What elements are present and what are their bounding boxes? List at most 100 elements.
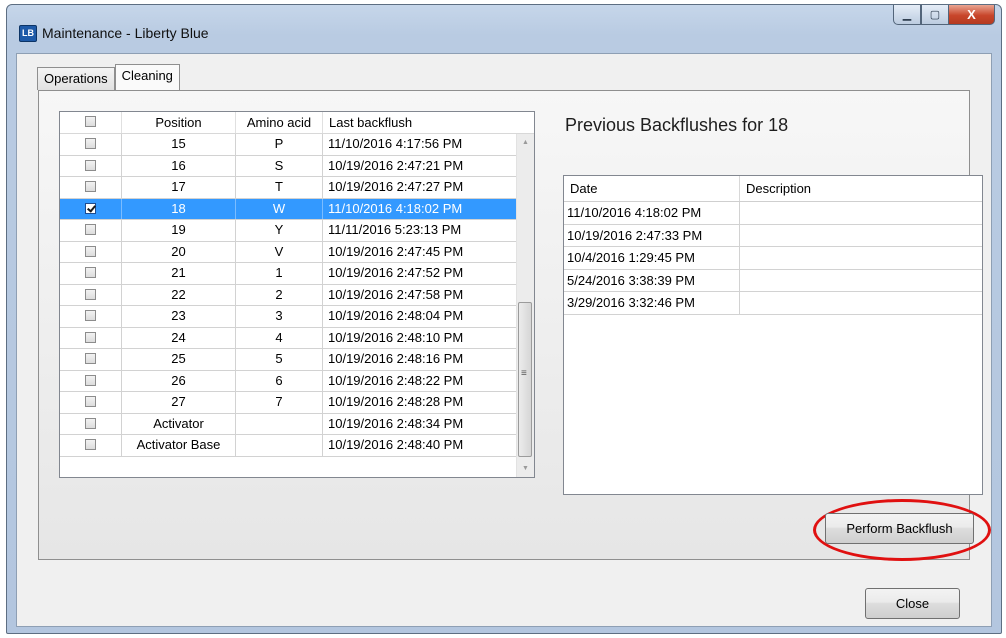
last-backflush-column-header[interactable]: Last backflush bbox=[323, 112, 513, 133]
maximize-button[interactable]: ▢ bbox=[921, 5, 949, 25]
row-checkbox[interactable] bbox=[85, 267, 96, 278]
table-row[interactable]: 10/19/2016 2:47:33 PM bbox=[564, 224, 982, 247]
row-checkbox[interactable] bbox=[85, 245, 96, 257]
close-window-button[interactable]: X bbox=[949, 5, 995, 25]
table-row[interactable]: 16 S 10/19/2016 2:47:21 PM bbox=[60, 155, 534, 177]
row-checkbox-cell[interactable] bbox=[60, 435, 122, 456]
table-row[interactable]: 23 3 10/19/2016 2:48:04 PM bbox=[60, 306, 534, 328]
row-checkbox-cell[interactable] bbox=[60, 349, 122, 370]
table-row[interactable]: 17 T 10/19/2016 2:47:27 PM bbox=[60, 177, 534, 199]
position-cell: 17 bbox=[122, 177, 236, 198]
row-checkbox-cell[interactable] bbox=[60, 263, 122, 284]
table-row[interactable]: 3/29/2016 3:32:46 PM bbox=[564, 292, 982, 315]
row-checkbox[interactable] bbox=[85, 396, 96, 407]
close-icon: X bbox=[967, 7, 976, 22]
amino-acid-cell: 6 bbox=[236, 370, 323, 391]
select-all-checkbox[interactable] bbox=[85, 116, 96, 127]
maintenance-window: LB Maintenance - Liberty Blue ▁ ▢ X Oper… bbox=[6, 4, 1002, 634]
position-cell: 21 bbox=[122, 263, 236, 284]
row-checkbox[interactable] bbox=[85, 439, 96, 450]
row-checkbox[interactable] bbox=[85, 138, 96, 149]
row-checkbox[interactable] bbox=[85, 224, 96, 235]
table-row[interactable]: 25 5 10/19/2016 2:48:16 PM bbox=[60, 349, 534, 371]
row-checkbox-cell[interactable] bbox=[60, 327, 122, 348]
description-cell bbox=[740, 247, 982, 269]
table-row[interactable]: Activator Base 10/19/2016 2:48:40 PM bbox=[60, 435, 534, 457]
date-column-header[interactable]: Date bbox=[564, 176, 740, 201]
history-grid: Date Description 11/10/2016 4:18:02 PM 10… bbox=[563, 175, 983, 495]
amino-acid-cell: 5 bbox=[236, 349, 323, 370]
row-checkbox[interactable] bbox=[85, 310, 96, 321]
close-button[interactable]: Close bbox=[865, 588, 960, 619]
amino-acid-cell: 4 bbox=[236, 327, 323, 348]
tab-cleaning[interactable]: Cleaning bbox=[114, 64, 180, 90]
row-checkbox[interactable] bbox=[85, 288, 96, 300]
table-row[interactable]: 27 7 10/19/2016 2:48:28 PM bbox=[60, 392, 534, 414]
row-checkbox-cell[interactable] bbox=[60, 155, 122, 176]
table-row[interactable]: 24 4 10/19/2016 2:48:10 PM bbox=[60, 327, 534, 349]
select-all-header[interactable] bbox=[60, 112, 122, 133]
row-checkbox[interactable] bbox=[85, 353, 96, 364]
table-row[interactable]: 21 1 10/19/2016 2:47:52 PM bbox=[60, 263, 534, 285]
title-bar[interactable]: LB Maintenance - Liberty Blue ▁ ▢ X bbox=[7, 5, 1001, 49]
scroll-down-arrow-icon[interactable]: ▼ bbox=[517, 460, 534, 477]
date-cell: 3/29/2016 3:32:46 PM bbox=[564, 292, 740, 314]
row-checkbox-cell[interactable] bbox=[60, 177, 122, 198]
row-checkbox[interactable] bbox=[85, 181, 96, 192]
amino-acid-cell: T bbox=[236, 177, 323, 198]
amino-acid-column-header[interactable]: Amino acid bbox=[236, 112, 323, 133]
table-row[interactable]: 18 W 11/10/2016 4:18:02 PM bbox=[60, 198, 534, 220]
row-checkbox-cell[interactable] bbox=[60, 220, 122, 241]
table-row[interactable]: 26 6 10/19/2016 2:48:22 PM bbox=[60, 370, 534, 392]
position-cell: 18 bbox=[122, 198, 236, 219]
table-row[interactable]: 10/4/2016 1:29:45 PM bbox=[564, 247, 982, 270]
scroll-up-arrow-icon[interactable]: ▲ bbox=[517, 134, 534, 151]
amino-acid-cell: S bbox=[236, 155, 323, 176]
table-row[interactable]: 5/24/2016 3:38:39 PM bbox=[564, 269, 982, 292]
description-column-header[interactable]: Description bbox=[740, 176, 982, 201]
row-checkbox-cell[interactable] bbox=[60, 392, 122, 413]
row-checkbox-cell[interactable] bbox=[60, 198, 122, 219]
description-cell bbox=[740, 292, 982, 314]
minimize-button[interactable]: ▁ bbox=[893, 5, 921, 25]
positions-scrollbar[interactable]: ▲ ▼ bbox=[516, 134, 534, 477]
row-checkbox[interactable] bbox=[85, 159, 96, 171]
amino-acid-cell: 1 bbox=[236, 263, 323, 284]
row-checkbox[interactable] bbox=[85, 202, 96, 214]
row-checkbox-cell[interactable] bbox=[60, 284, 122, 305]
last-backflush-cell: 11/10/2016 4:18:02 PM bbox=[328, 200, 463, 216]
row-checkbox-cell[interactable] bbox=[60, 241, 122, 262]
scroll-thumb[interactable] bbox=[518, 302, 532, 457]
position-cell: 25 bbox=[122, 349, 236, 370]
amino-acid-cell bbox=[236, 435, 323, 456]
table-row[interactable]: Activator 10/19/2016 2:48:34 PM bbox=[60, 413, 534, 435]
table-row[interactable]: 19 Y 11/11/2016 5:23:13 PM bbox=[60, 220, 534, 242]
amino-acid-cell: 3 bbox=[236, 306, 323, 327]
tab-operations[interactable]: Operations bbox=[37, 67, 115, 90]
history-title: Previous Backflushes for 18 bbox=[565, 115, 789, 135]
history-grid-header: Date Description bbox=[564, 176, 982, 202]
amino-acid-cell: 7 bbox=[236, 392, 323, 413]
last-backflush-cell: 11/10/2016 4:17:56 PM bbox=[328, 136, 463, 151]
table-row[interactable]: 15 P 11/10/2016 4:17:56 PM bbox=[60, 134, 534, 156]
row-checkbox[interactable] bbox=[85, 417, 96, 429]
cleaning-tab-panel: Position Amino acid Last backflush 1 5 P 11… bbox=[38, 90, 991, 561]
row-checkbox-cell[interactable] bbox=[60, 306, 122, 327]
date-cell: 11/10/2016 4:18:02 PM bbox=[564, 202, 740, 224]
row-checkbox-cell[interactable] bbox=[60, 413, 122, 434]
position-cell: 26 bbox=[122, 370, 236, 391]
row-checkbox-cell[interactable] bbox=[60, 134, 122, 155]
perform-backflush-button[interactable]: Perform Backflush bbox=[825, 513, 974, 544]
row-checkbox[interactable] bbox=[85, 374, 96, 386]
last-backflush-cell: 11/11/2016 5:23:13 PM bbox=[328, 222, 462, 237]
position-column-header[interactable]: Position bbox=[122, 112, 236, 133]
table-row[interactable]: 22 2 10/19/2016 2:47:58 PM bbox=[60, 284, 534, 306]
row-checkbox[interactable] bbox=[85, 331, 96, 343]
table-row[interactable]: 20 V 10/19/2016 2:47:45 PM bbox=[60, 241, 534, 263]
position-cell: 23 bbox=[122, 306, 236, 327]
amino-acid-cell: P bbox=[236, 134, 323, 155]
maximize-icon: ▢ bbox=[929, 9, 941, 21]
table-row[interactable]: 11/10/2016 4:18:02 PM bbox=[564, 202, 982, 225]
positions-grid-header: Position Amino acid Last backflush bbox=[60, 112, 534, 134]
row-checkbox-cell[interactable] bbox=[60, 370, 122, 391]
